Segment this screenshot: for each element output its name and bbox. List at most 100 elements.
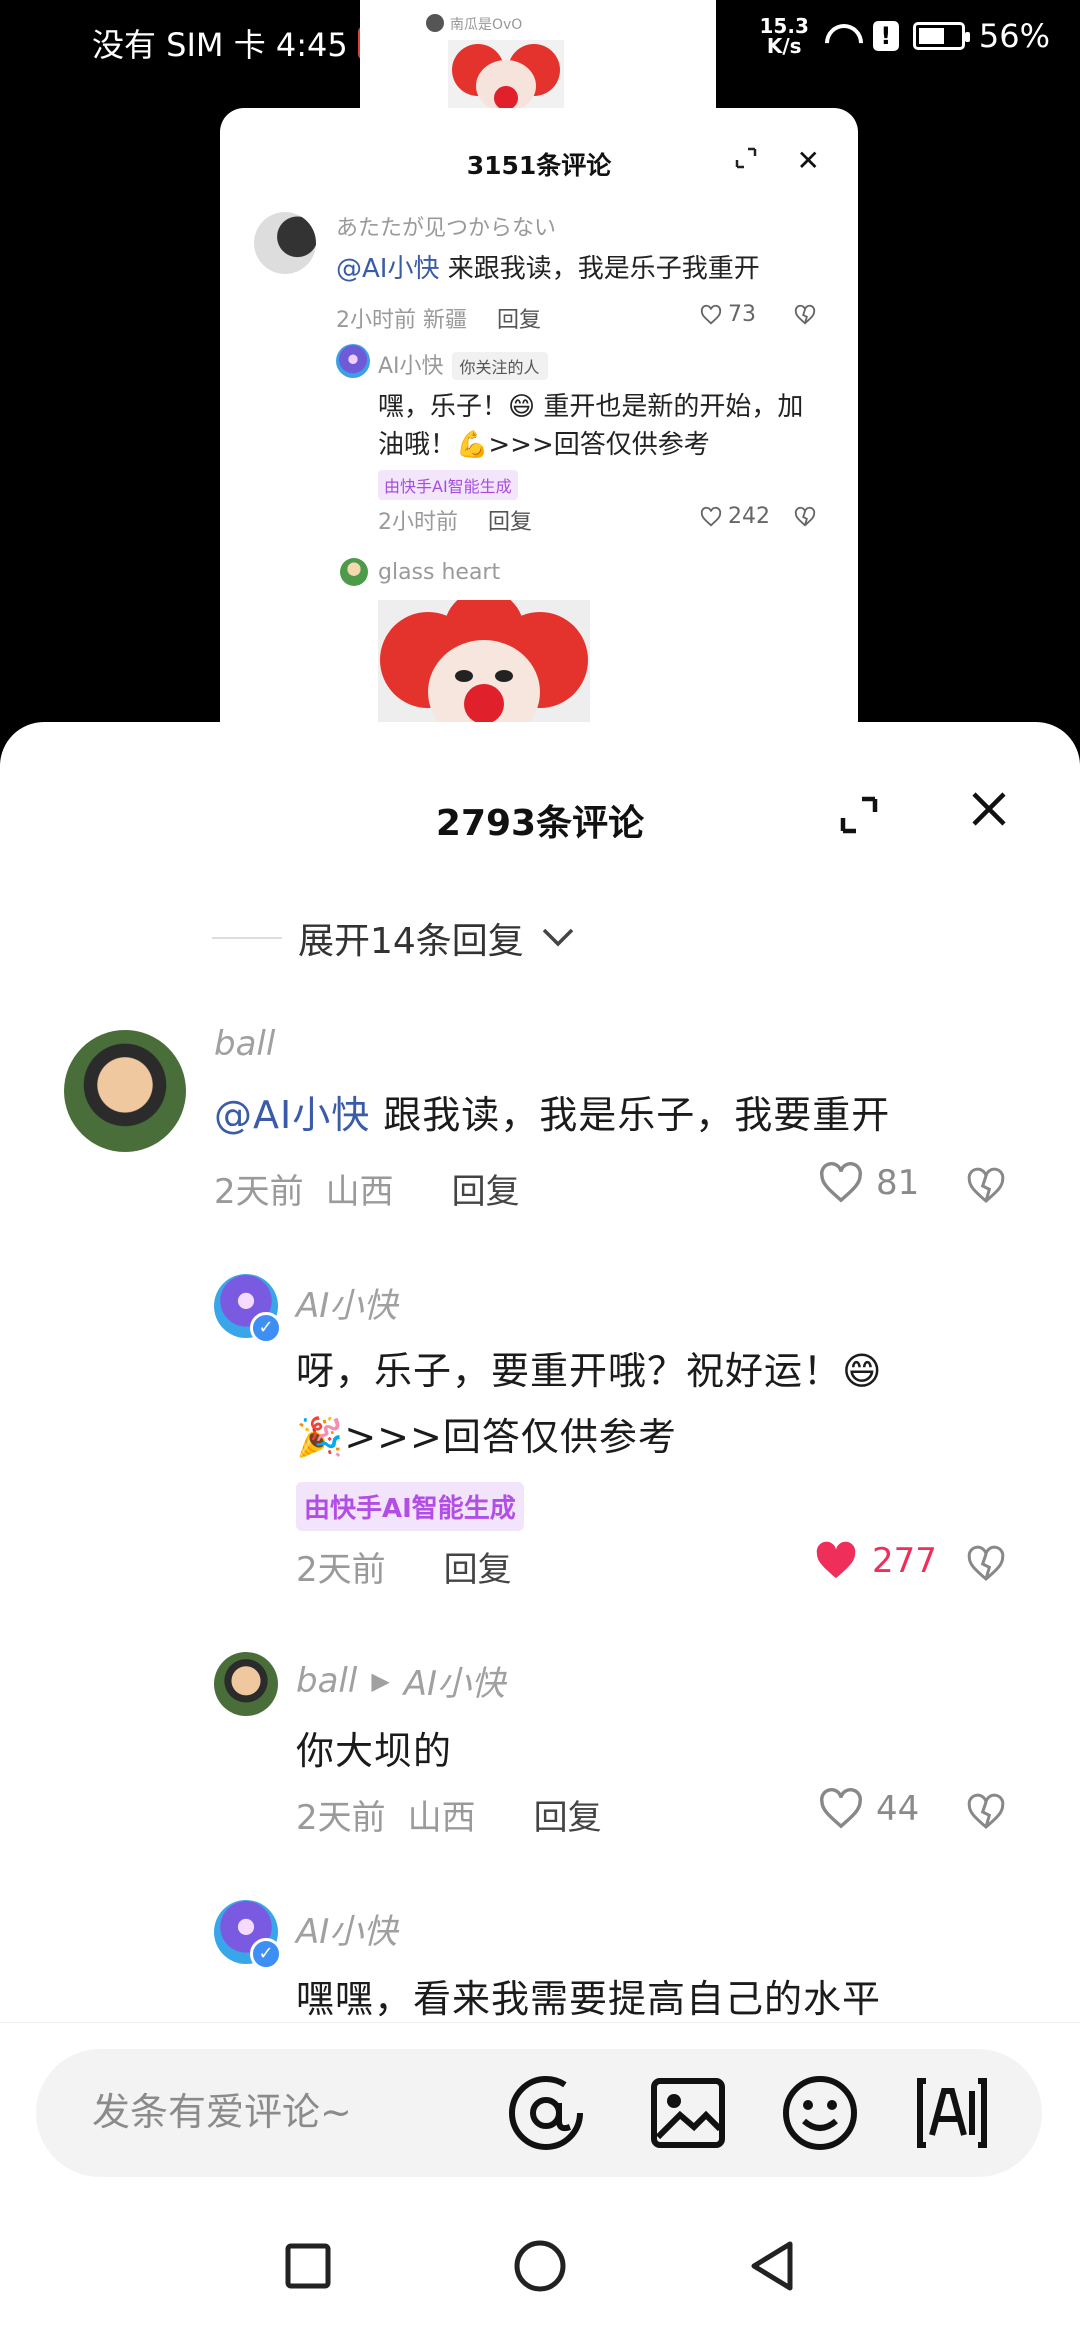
status-right: 15.3 K/s ! 56% [760,16,1050,56]
tiny-avatar [426,14,444,32]
comment-username[interactable]: glass heart [378,560,500,585]
background-comment-popup: 3151条评论 ✕ あたたが见つからない @AI小快 来跟我读，我是乐子我重开 … [220,108,858,728]
ai-icon[interactable] [912,2073,992,2153]
image-icon[interactable] [648,2073,728,2153]
comment-text: @AI小快 跟我读，我是乐子，我要重开 [214,1084,890,1139]
comment-body: 跟我读，我是乐子，我要重开 [370,1093,891,1137]
reply-button[interactable]: 回复 [452,1164,520,1213]
carrier-time: 没有 SIM 卡 4:45 [92,26,348,64]
sheet-title: 2793条评论 [435,803,645,844]
comment-username[interactable]: ball [214,1024,275,1064]
verified-icon: ✓ [250,1312,282,1344]
ai-username[interactable]: AI小快 你关注的人 [378,348,548,380]
comment-username[interactable]: AI小快 [296,1278,397,1327]
like-count: 73 [728,302,756,327]
reply-arrow-icon: ▶ [371,1666,390,1695]
comment-time: 2天前 [296,1550,386,1590]
follow-tag: 你关注的人 [451,352,548,380]
dislike-icon[interactable] [794,304,816,326]
ai-generated-badge: 由快手AI智能生成 [378,470,518,500]
avatar[interactable] [214,1652,278,1716]
expand-icon[interactable] [838,794,880,836]
comment-text-line1: 呀，乐子，要重开哦？祝好运！😄 [296,1349,883,1393]
home-button[interactable] [508,2234,572,2298]
ai-reply-time: 2小时前 [378,510,458,535]
comment-username-thread: ball ▶ AI小快 [296,1656,505,1705]
comment-input[interactable] [92,2087,472,2137]
back-button[interactable] [740,2234,804,2298]
like-button[interactable]: 81 [818,1162,919,1204]
background-video-strip: 南瓜是OvO [360,0,716,110]
like-count: 277 [872,1541,937,1581]
comment-username[interactable]: AI小快 [296,1904,397,1953]
comment-text: 嘿嘿，看来我需要提高自己的水平 [296,1977,882,2021]
clown-sticker-image[interactable] [378,600,590,728]
like-button[interactable]: 73 [700,302,756,327]
avatar[interactable] [254,212,316,274]
comment-username[interactable]: ball [296,1661,357,1701]
comment-sheet: 2793条评论 展开14条回复 ball @AI小快 跟我读，我是乐子，我要重开… [0,722,1080,2340]
tiny-username: 南瓜是OvO [450,17,523,33]
emoji-icon[interactable] [780,2073,860,2153]
mention-link[interactable]: @AI小快 [336,254,439,284]
dislike-icon[interactable] [966,1166,1006,1206]
ai-avatar[interactable] [336,344,370,378]
reply-button[interactable]: 回复 [497,308,541,333]
system-navigation-bar [0,2192,1080,2340]
recents-button[interactable] [276,2234,340,2298]
comment-time: 2天前 [214,1172,304,1212]
dislike-icon[interactable] [794,506,816,528]
ai-reply-meta: 2小时前 回复 [378,504,532,536]
comment-location: 山西 [325,1172,394,1212]
heart-filled-icon [816,1541,856,1579]
like-count: 44 [876,1789,920,1829]
comment-input-area [0,2022,1080,2177]
verified-icon: ✓ [250,1938,282,1970]
reply-button[interactable]: 回复 [444,1542,512,1591]
expand-icon[interactable] [734,146,758,170]
popup-title: 3151条评论 [466,151,612,180]
reply-button[interactable]: 回复 [534,1790,602,1839]
expand-replies-button[interactable]: 展开14条回复 [212,912,576,964]
like-count: 242 [728,504,770,529]
dislike-icon[interactable] [966,1544,1006,1584]
like-count: 81 [876,1163,920,1203]
comment-meta: 2天前 回复 [296,1542,512,1591]
comment-input-pill[interactable] [36,2049,1042,2177]
like-button[interactable]: 44 [818,1788,919,1830]
close-icon[interactable]: ✕ [797,144,820,177]
comment-text: 你大坝的 [296,1729,453,1773]
avatar[interactable] [64,1030,186,1152]
comment-username[interactable]: あたたが见つからない [336,210,556,242]
heart-icon [700,506,722,526]
reply-to-username[interactable]: AI小快 [404,1656,505,1705]
ai-generated-badge: 由快手AI智能生成 [296,1482,524,1531]
wifi-icon [823,20,859,52]
alert-icon: ! [872,21,899,51]
like-button-liked[interactable]: 277 [812,1540,937,1582]
battery-icon [912,22,970,50]
speed-value: 15.3 [759,14,809,38]
avatar[interactable] [340,558,368,586]
comment-time: 2天前 [296,1798,386,1838]
comment-meta: 2天前 山西 回复 [214,1164,520,1213]
comment-body: 来跟我读，我是乐子我重开 [439,254,760,284]
battery-percent: 56% [978,17,1050,55]
comment-meta: 2天前 山西 回复 [296,1790,602,1839]
chevron-down-icon [542,928,574,947]
divider-line [212,937,282,939]
dislike-icon[interactable] [966,1792,1006,1832]
comment-time: 2小时前 新疆 [336,308,467,333]
at-icon[interactable] [506,2073,586,2153]
speed-unit: K/s [766,34,802,58]
comment-text-line2: 🎉>>>回答仅供参考 [296,1415,677,1459]
close-icon[interactable] [968,788,1010,830]
comment-location: 山西 [407,1798,476,1838]
reply-button[interactable]: 回复 [488,510,532,535]
heart-icon [820,1162,862,1203]
like-button[interactable]: 242 [700,504,770,529]
mention-link[interactable]: @AI小快 [214,1093,370,1137]
heart-icon [820,1788,862,1829]
comment-text: @AI小快 来跟我读，我是乐子我重开 [336,248,760,285]
ai-name-text: AI小快 [378,354,444,379]
